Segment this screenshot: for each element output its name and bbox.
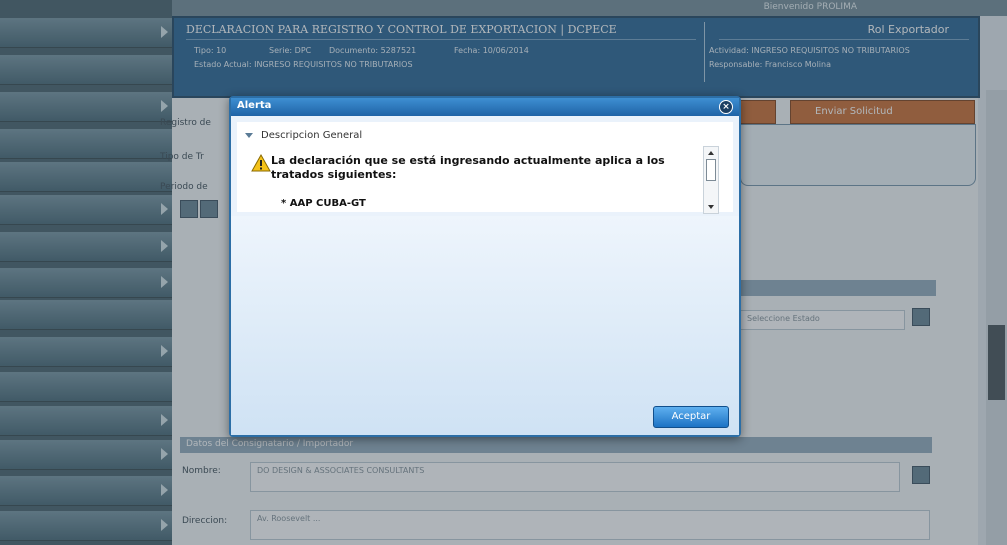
collapse-arrow-icon <box>245 132 253 138</box>
scroll-thumb[interactable] <box>706 159 716 181</box>
close-icon[interactable]: × <box>719 100 733 114</box>
dialog-footer-area <box>231 216 739 435</box>
scroll-down-icon[interactable] <box>708 205 714 209</box>
warning-icon <box>251 154 271 172</box>
scroll-up-icon[interactable] <box>708 151 714 155</box>
section-header[interactable]: Descripcion General <box>245 130 362 141</box>
treaty-item: * AAP CUBA-GT <box>281 198 366 209</box>
dialog-titlebar: Alerta × <box>231 98 739 116</box>
dialog-title: Alerta <box>237 100 272 111</box>
accept-button[interactable]: Aceptar <box>653 406 729 428</box>
message-scrollbar[interactable] <box>703 146 719 214</box>
section-title: Descripcion General <box>261 130 363 141</box>
alert-dialog: Alerta × Descripcion General La declarac… <box>229 96 741 437</box>
alert-message: La declaración que se está ingresando ac… <box>271 154 665 181</box>
dialog-body: Descripcion General La declaración que s… <box>237 122 733 214</box>
